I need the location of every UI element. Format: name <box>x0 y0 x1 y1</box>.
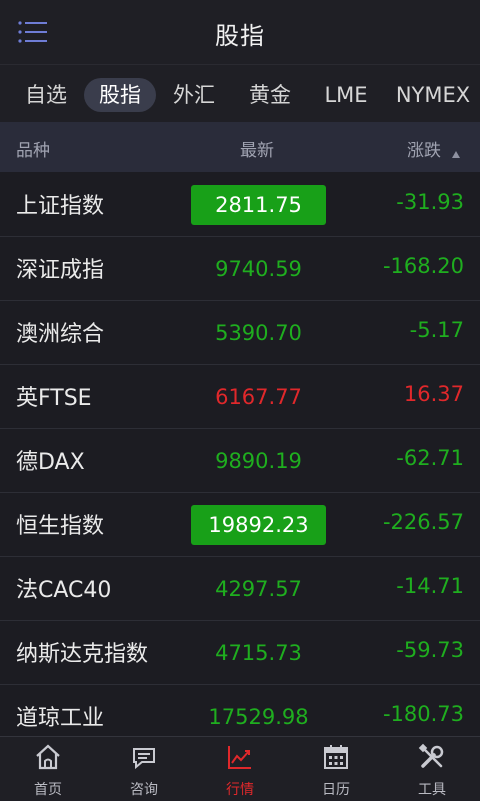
index-name: 英FTSE <box>16 386 92 411</box>
tabbar-home[interactable]: 首页 <box>0 737 96 801</box>
home-icon <box>36 744 60 770</box>
quote-row[interactable]: 上证指数 2811.75 -31.93 <box>0 172 480 237</box>
tabbar-calendar[interactable]: 日历 <box>288 737 384 801</box>
index-change: -14.71 <box>396 574 464 598</box>
index-change: -168.20 <box>382 254 464 278</box>
tabbar-tools[interactable]: 工具 <box>384 737 480 801</box>
quote-row[interactable]: 英FTSE 6167.77 16.37 <box>0 364 480 429</box>
index-price: 9890.19 <box>215 449 302 473</box>
tabbar-label: 行情 <box>226 782 254 798</box>
tabbar-label: 首页 <box>34 782 62 798</box>
index-price: 6167.77 <box>215 385 302 409</box>
index-price: 4297.57 <box>215 577 302 601</box>
sort-triangle-icon <box>452 151 460 158</box>
tabbar-market[interactable]: 行情 <box>192 737 288 801</box>
quote-row[interactable]: 道琼工业 17529.98 -180.73 <box>0 684 480 736</box>
index-name: 法CAC40 <box>16 578 112 603</box>
index-name: 恒生指数 <box>16 514 105 539</box>
index-change: -5.17 <box>409 318 464 342</box>
index-price: 19892.23 <box>191 505 326 545</box>
index-name: 上证指数 <box>16 194 105 219</box>
tabbar-label: 日历 <box>322 782 350 798</box>
tab-lme[interactable]: LME <box>314 78 378 112</box>
header: 股指 <box>0 0 480 64</box>
index-price: 4715.73 <box>215 641 302 665</box>
index-name: 道琼工业 <box>16 706 105 731</box>
category-tabs: 自选 股指 外汇 黄金 LME NYMEX <box>0 64 480 123</box>
index-change: 16.37 <box>403 382 464 406</box>
quote-row[interactable]: 恒生指数 19892.23 -226.57 <box>0 492 480 557</box>
tab-watchlist[interactable]: 自选 <box>14 78 78 112</box>
page-title: 股指 <box>215 22 265 50</box>
quote-row[interactable]: 纳斯达克指数 4715.73 -59.73 <box>0 620 480 685</box>
index-name: 纳斯达克指数 <box>16 642 149 667</box>
tab-stock-index[interactable]: 股指 <box>84 78 156 112</box>
index-change: -226.57 <box>382 510 464 534</box>
column-change[interactable]: 涨跌 <box>407 136 441 161</box>
tabbar-label: 咨询 <box>130 782 158 798</box>
tab-forex[interactable]: 外汇 <box>162 78 226 112</box>
calendar-icon <box>324 745 348 769</box>
index-name: 澳洲综合 <box>16 322 105 347</box>
index-price: 5390.70 <box>215 321 302 345</box>
chart-icon <box>228 746 251 769</box>
index-name: 深证成指 <box>16 258 105 283</box>
column-header: 品种 最新 涨跌 <box>0 122 480 172</box>
tools-icon <box>418 743 444 768</box>
index-change: -180.73 <box>382 702 464 726</box>
tabbar-label: 工具 <box>418 782 446 798</box>
index-price: 17529.98 <box>208 705 309 729</box>
tabbar-news[interactable]: 咨询 <box>96 737 192 801</box>
index-change: -31.93 <box>396 190 464 214</box>
index-price: 9740.59 <box>215 257 302 281</box>
index-name: 德DAX <box>16 450 85 475</box>
index-price: 2811.75 <box>191 185 326 225</box>
column-latest[interactable]: 最新 <box>240 136 274 161</box>
quote-row[interactable]: 法CAC40 4297.57 -14.71 <box>0 556 480 621</box>
tab-nymex[interactable]: NYMEX <box>390 78 476 112</box>
tab-gold[interactable]: 黄金 <box>238 78 302 112</box>
chat-icon <box>133 748 155 770</box>
bottom-tab-bar: 首页 咨询 行情 日历 工具 <box>0 736 480 801</box>
quote-row[interactable]: 德DAX 9890.19 -62.71 <box>0 428 480 493</box>
index-change: -59.73 <box>396 638 464 662</box>
quote-list: 上证指数 2811.75 -31.93 深证成指 9740.59 -168.20… <box>0 172 480 736</box>
quote-row[interactable]: 澳洲综合 5390.70 -5.17 <box>0 300 480 365</box>
column-name: 品种 <box>16 141 50 161</box>
quote-row[interactable]: 深证成指 9740.59 -168.20 <box>0 236 480 301</box>
index-change: -62.71 <box>396 446 464 470</box>
